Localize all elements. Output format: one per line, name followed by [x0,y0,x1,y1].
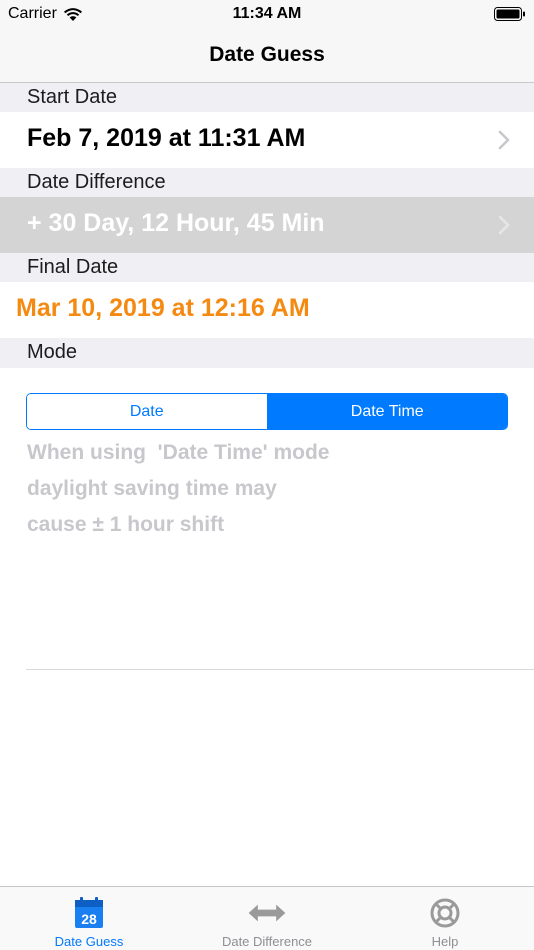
double-arrow-icon [247,895,287,931]
mode-segmented-control: Date Date Time [26,393,508,430]
final-date-header-label: Final Date [27,256,119,278]
chevron-right-icon [498,130,510,150]
tab-date-guess[interactable]: 28 Date Guess [0,887,178,950]
tab-date-difference[interactable]: Date Difference [178,887,356,950]
lifebuoy-icon [425,895,465,931]
final-date-value: Mar 10, 2019 at 12:16 AM [16,294,310,322]
date-difference-header-label: Date Difference [27,171,166,193]
tab-bar: 28 Date Guess Date Difference Help [0,886,534,950]
battery-icon [494,7,525,21]
start-date-header-label: Start Date [27,86,118,108]
status-time: 11:34 AM [232,5,302,22]
note-line: daylight saving time may [27,477,277,500]
calendar-icon-day: 28 [81,911,97,927]
mode-header: Mode [0,338,534,368]
dst-note: When using 'Date Time' mode daylight sav… [27,438,507,546]
mode-header-label: Mode [27,341,78,363]
page-title: Date Guess [209,43,325,66]
final-date-row: Mar 10, 2019 at 12:16 AM [0,282,534,338]
tab-label: Date Difference [221,934,313,949]
tab-label: Date Guess [54,934,124,949]
date-difference-header: Date Difference [0,168,534,197]
tab-label: Help [431,934,459,949]
calendar-icon: 28 [69,895,109,931]
tab-help[interactable]: Help [356,887,534,950]
segment-date-time[interactable]: Date Time [267,394,507,429]
mode-section: Date Date Time When using 'Date Time' mo… [0,368,534,670]
status-bar: Carrier 11:34 AM [0,0,534,30]
date-difference-value: + 30 Day, 12 Hour, 45 Min [27,209,325,237]
final-date-header: Final Date [0,253,534,282]
divider [26,669,534,670]
note-line: cause ± 1 hour shift [27,513,225,536]
chevron-right-icon [498,215,510,235]
navigation-bar: Date Guess [0,30,534,83]
note-line: When using 'Date Time' mode [27,441,330,464]
start-date-header: Start Date [0,83,534,112]
date-difference-row[interactable]: + 30 Day, 12 Hour, 45 Min [0,197,534,253]
segment-date[interactable]: Date [27,394,268,429]
start-date-value: Feb 7, 2019 at 11:31 AM [27,124,306,152]
start-date-row[interactable]: Feb 7, 2019 at 11:31 AM [0,112,534,168]
